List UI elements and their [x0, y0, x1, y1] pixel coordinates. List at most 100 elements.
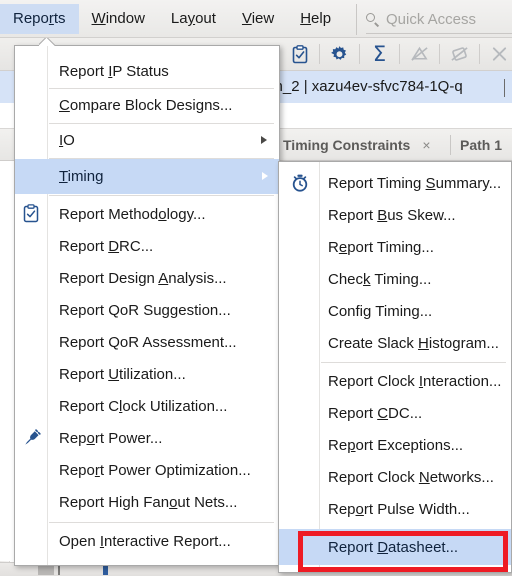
menu-layout-post: out [195, 10, 216, 27]
menu-reports-pre: Repo [13, 10, 49, 27]
quick-access-divider [356, 4, 357, 35]
menu-item-label: Report Datasheet... [328, 538, 459, 556]
menu-item-report-clock-interaction[interactable]: Report Clock Interaction... [280, 365, 510, 397]
toolbar-sum-button[interactable]: Σ [362, 38, 397, 70]
menu-item-report-exceptions[interactable]: Report Exceptions... [280, 429, 510, 461]
menu-item-report-methodology[interactable]: Report Methodology... [16, 198, 278, 230]
menu-item-label: Report Pulse Width... [328, 500, 470, 518]
submenu-separator-1 [321, 362, 506, 363]
menu-item-report-clock-utilization[interactable]: Report Clock Utilization... [16, 390, 278, 422]
cut-paths-icon [492, 47, 507, 61]
menu-help-post: elp [311, 10, 332, 27]
menu-item-report-drc[interactable]: Report DRC... [16, 230, 278, 262]
tab-path-1-label: Path 1 [460, 136, 503, 153]
text-caret [504, 79, 505, 97]
status-chip-1 [38, 566, 54, 575]
menu-item-report-datasheet[interactable]: Report Datasheet... [279, 529, 511, 565]
menu-layout-pre: La [170, 10, 188, 27]
search-icon [366, 12, 380, 26]
menu-item-label: Compare Block Designs... [59, 96, 233, 114]
menu-item-label: Config Timing... [328, 302, 433, 320]
toolbar-separator-2 [359, 44, 360, 64]
menu-item-report-cdc[interactable]: Report CDC... [280, 397, 510, 429]
toolbar-separator-5 [479, 44, 480, 64]
menu-item-label: Report Clock Interaction... [328, 372, 502, 390]
clipboard-check-icon [22, 204, 43, 225]
menu-reports[interactable]: Reports [0, 4, 79, 34]
menu-item-label: Check Timing... [328, 270, 432, 288]
menu-item-report-timing-summary[interactable]: Report Timing Summary... [280, 167, 510, 199]
menu-item-label: Report Exceptions... [328, 436, 464, 454]
menu-item-label: Report Methodology... [59, 205, 206, 223]
reports-dropdown-menu: Report IP Status Compare Block Designs..… [14, 45, 280, 566]
menu-item-report-power[interactable]: Report Power... [16, 422, 278, 454]
menu-help[interactable]: Help [287, 4, 344, 34]
menu-separator-4 [49, 195, 274, 196]
menu-item-io[interactable]: IO [16, 124, 278, 156]
toolbar-report-methodology-button[interactable] [282, 38, 317, 70]
menu-item-label: Report Bus Skew... [328, 206, 456, 224]
tab-path-1[interactable]: Path 1 [460, 129, 502, 160]
submenu-arrow-icon [261, 136, 267, 144]
menu-item-label: Report IP Status [59, 62, 169, 80]
menu-item-label: IO [59, 131, 75, 149]
menu-item-report-high-fanout-nets[interactable]: Report High Fanout Nets... [16, 486, 278, 518]
submenu-arrow-icon [262, 172, 268, 180]
menu-item-report-power-optimization[interactable]: Report Power Optimization... [16, 454, 278, 486]
menu-item-label: Report QoR Suggestion... [59, 301, 231, 319]
status-chip-2 [58, 566, 60, 575]
menu-item-label: Report CDC... [328, 404, 423, 422]
toolbar-settings-button[interactable] [322, 38, 357, 70]
menu-item-report-bus-skew[interactable]: Report Bus Skew... [280, 199, 510, 231]
menu-item-report-clock-networks[interactable]: Report Clock Networks... [280, 461, 510, 493]
report-slack-icon [451, 47, 468, 61]
menu-item-create-slack-histogram[interactable]: Create Slack Histogram... [280, 327, 510, 359]
menu-item-report-pulse-width[interactable]: Report Pulse Width... [280, 493, 510, 525]
menu-item-config-timing[interactable]: Config Timing... [280, 295, 510, 327]
menu-view-post: iew [251, 10, 275, 27]
menu-window-mnemonic: W [91, 10, 106, 27]
menu-item-report-qor-suggestion[interactable]: Report QoR Suggestion... [16, 294, 278, 326]
report-timing-icon [411, 46, 428, 61]
gear-icon [331, 45, 347, 60]
tab-divider-middle [450, 135, 451, 155]
menu-item-report-utilization[interactable]: Report Utilization... [16, 358, 278, 390]
toolbar-separator-4 [439, 44, 440, 64]
menu-bar: Reports Window Layout View Help Quick Ac… [0, 0, 512, 38]
quick-access-underline [366, 33, 512, 34]
menu-item-label: Report Clock Networks... [328, 468, 494, 486]
menu-item-label: Report High Fanout Nets... [59, 493, 238, 511]
menu-item-label: Create Slack Histogram... [328, 334, 499, 352]
clipboard-check-icon [292, 44, 307, 63]
menu-window-post: indow [105, 10, 145, 27]
quick-access-field[interactable]: Quick Access [366, 8, 476, 30]
tab-timing-constraints-label: Timing Constraints [283, 136, 411, 153]
menu-item-check-timing[interactable]: Check Timing... [280, 263, 510, 295]
menu-item-report-timing[interactable]: Report Timing... [280, 231, 510, 263]
menu-item-compare-block-designs[interactable]: Compare Block Designs... [16, 89, 278, 121]
timing-submenu: Report Timing Summary... Report Bus Skew… [278, 161, 512, 573]
toolbar-report-timing-button [402, 38, 437, 70]
menu-item-report-design-analysis[interactable]: Report Design Analysis... [16, 262, 278, 294]
menu-item-open-interactive-report[interactable]: Open Interactive Report... [16, 525, 278, 557]
menu-item-report-ip-status[interactable]: Report IP Status [16, 55, 278, 87]
menu-view[interactable]: View [229, 4, 287, 34]
tab-close-icon[interactable]: × [422, 137, 430, 153]
toolbar-icon-group: Σ [282, 38, 512, 70]
menu-layout[interactable]: Layout [158, 4, 229, 34]
status-chip-3 [103, 566, 108, 575]
menu-window[interactable]: Window [79, 4, 158, 34]
menu-help-mnemonic: H [300, 10, 312, 27]
menu-item-label: Report Design Analysis... [59, 269, 227, 287]
menu-separator-5 [49, 522, 274, 523]
menu-item-label: Open Interactive Report... [59, 532, 231, 550]
menu-item-timing[interactable]: Timing [15, 159, 279, 194]
menu-item-label: Report Power Optimization... [59, 461, 251, 479]
menu-item-label: Report DRC... [59, 237, 154, 255]
menu-item-report-qor-assessment[interactable]: Report QoR Assessment... [16, 326, 278, 358]
toolbar-cut-paths-button [482, 38, 512, 70]
tab-timing-constraints[interactable]: Timing Constraints × [283, 129, 431, 160]
menu-item-label: Timing [59, 168, 104, 185]
menu-layout-mnemonic: y [187, 10, 196, 27]
toolbar-separator-1 [319, 44, 320, 64]
